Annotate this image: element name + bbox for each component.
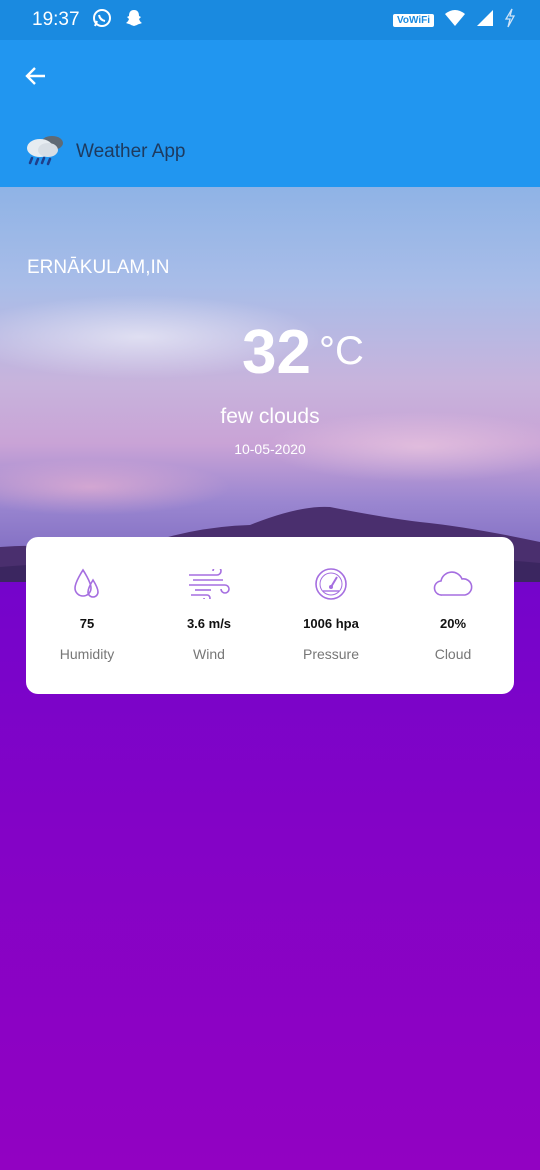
app-title: Weather App bbox=[76, 140, 186, 162]
status-bar: 19:37 VoWiFi bbox=[0, 0, 540, 40]
wind-value: 3.6 m/s bbox=[186, 616, 232, 631]
pressure-label: Pressure bbox=[302, 646, 360, 662]
temperature-unit: °C bbox=[318, 329, 364, 373]
app-bar: Weather App bbox=[0, 40, 540, 187]
battery-charging-icon bbox=[504, 8, 516, 33]
weather-hero: ERNĀKULAM,IN 32 °C few clouds 10-05-2020 bbox=[0, 187, 540, 582]
pressure-value: 1006 hpa bbox=[303, 616, 359, 631]
whatsapp-icon bbox=[92, 8, 112, 33]
temperature-value: 32 bbox=[242, 318, 311, 387]
wind-stat: 3.6 m/s Wind bbox=[148, 537, 270, 694]
wind-label: Wind bbox=[193, 646, 225, 662]
wifi-icon bbox=[444, 9, 466, 32]
humidity-drop-icon bbox=[72, 567, 102, 601]
snapchat-icon bbox=[124, 8, 144, 33]
weather-date: 10-05-2020 bbox=[234, 441, 306, 457]
back-arrow-icon bbox=[24, 64, 48, 93]
cloud-label: Cloud bbox=[434, 646, 472, 662]
back-button[interactable] bbox=[20, 62, 52, 94]
humidity-label: Humidity bbox=[59, 646, 115, 662]
weather-description: few clouds bbox=[220, 405, 320, 428]
pressure-gauge-icon bbox=[314, 567, 348, 601]
pressure-stat: 1006 hpa Pressure bbox=[270, 537, 392, 694]
signal-icon bbox=[476, 9, 494, 32]
weather-details-card: 75 Humidity 3.6 m/s Wind 1006 hpa Pressu… bbox=[26, 537, 514, 694]
cloud-value: 20% bbox=[439, 616, 467, 631]
temperature-row: 32 °C bbox=[242, 317, 364, 389]
cloud-stat: 20% Cloud bbox=[392, 537, 514, 694]
status-time: 19:37 bbox=[32, 9, 80, 30]
app-title-row: Weather App bbox=[24, 132, 186, 171]
cloud-icon bbox=[432, 567, 474, 601]
humidity-stat: 75 Humidity bbox=[26, 537, 148, 694]
rain-cloud-logo-icon bbox=[24, 132, 66, 171]
humidity-value: 75 bbox=[79, 616, 95, 631]
vowifi-badge: VoWiFi bbox=[392, 13, 434, 27]
city-name: ERNĀKULAM,IN bbox=[27, 257, 170, 278]
wind-icon bbox=[187, 567, 231, 601]
